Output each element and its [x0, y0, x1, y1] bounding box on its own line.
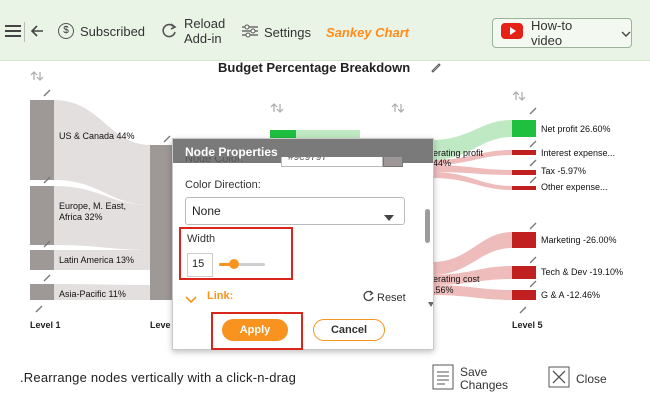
hint-text: .Rearrange nodes vertically with a click…	[20, 370, 297, 385]
color-direction-select[interactable]: None	[185, 197, 405, 225]
node-label: Interest expense...	[541, 148, 616, 158]
close-box-icon	[548, 366, 570, 391]
pencil-icon	[529, 176, 537, 184]
node-label: Other expense...	[541, 182, 608, 192]
reorder-arrows-icon	[391, 103, 405, 113]
cancel-button[interactable]: Cancel	[313, 319, 385, 341]
node-label: erating profit	[433, 148, 484, 158]
pencil-icon	[529, 256, 537, 264]
reset-label: Reset	[377, 292, 406, 304]
reorder-arrows-icon	[270, 103, 284, 113]
pencil-icon	[529, 107, 537, 115]
pencil-icon	[519, 306, 527, 314]
node-us-canada	[30, 100, 54, 180]
save-label-line2: Changes	[460, 377, 509, 392]
close-label: Close	[576, 371, 607, 386]
node-tax	[512, 170, 536, 175]
pencil-icon	[163, 135, 171, 143]
node-color-input[interactable]: #9e9797	[281, 157, 383, 167]
apply-highlight-box	[211, 312, 303, 350]
save-changes-button[interactable]: Save Changes	[432, 364, 508, 393]
reorder-arrows-icon	[512, 91, 526, 101]
node-label: Marketing -26.00%	[541, 235, 617, 245]
pencil-icon	[529, 280, 537, 288]
flow-link-green-top	[296, 130, 360, 138]
caret-down-icon	[384, 208, 394, 226]
node-label: Europe, M. East, Africa 32%	[59, 201, 127, 222]
scroll-down-triangle-icon[interactable]	[428, 294, 433, 312]
link-label[interactable]: Link:	[207, 290, 233, 302]
save-label-line1: Save	[460, 364, 488, 379]
node-label: Latin America 13%	[59, 255, 135, 265]
pencil-icon	[43, 89, 51, 97]
node-green-top	[270, 130, 296, 138]
node-color-swatch[interactable]	[383, 157, 403, 167]
node-other	[512, 186, 536, 190]
node-interest	[512, 150, 536, 155]
node-tech-dev	[512, 266, 536, 279]
node-label: .56%	[433, 285, 454, 295]
close-button[interactable]: Close	[548, 366, 607, 391]
node-label: US & Canada 44%	[59, 131, 135, 141]
chevron-down-icon[interactable]	[185, 291, 197, 309]
node-label: Asia-Pacific 11%	[59, 289, 126, 299]
node-net-profit	[512, 120, 536, 137]
dialog-scrollbar-thumb[interactable]	[425, 209, 430, 243]
node-ga	[512, 290, 536, 300]
node-level2	[150, 145, 174, 300]
pencil-icon	[35, 305, 43, 313]
level-label-partial: Leve	[150, 320, 171, 330]
node-label: Net profit 26.60%	[541, 124, 611, 134]
reset-icon	[363, 289, 375, 307]
node-color-row: Node Color: #9e9797	[173, 157, 433, 169]
node-emea	[30, 186, 54, 245]
node-color-label: Node Color:	[185, 157, 244, 165]
node-latam	[30, 250, 54, 270]
reset-button[interactable]: Reset	[363, 289, 406, 307]
node-label: erating cost	[433, 274, 480, 284]
pencil-icon	[43, 274, 51, 282]
reorder-arrows-icon	[30, 71, 44, 81]
node-label: 44%	[433, 158, 452, 168]
level-label: Level 5	[512, 320, 543, 330]
node-color-value: #9e9797	[288, 157, 327, 163]
color-direction-value: None	[192, 204, 221, 218]
width-highlight-box	[179, 227, 293, 280]
pencil-icon	[529, 159, 537, 167]
node-label: G & A -12.46%	[541, 290, 601, 300]
color-direction-label: Color Direction:	[185, 179, 261, 191]
cancel-label: Cancel	[330, 324, 368, 336]
node-apac	[30, 284, 54, 300]
level-label: Level 1	[30, 320, 61, 330]
pencil-icon	[529, 222, 537, 230]
node-marketing	[512, 232, 536, 248]
node-label: Tech & Dev -19.10%	[541, 267, 624, 277]
pencil-icon	[529, 140, 537, 148]
save-doc-icon	[432, 364, 454, 393]
node-label: Tax -5.97%	[541, 166, 587, 176]
